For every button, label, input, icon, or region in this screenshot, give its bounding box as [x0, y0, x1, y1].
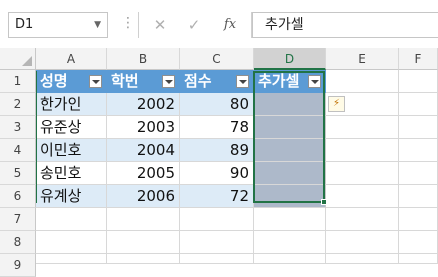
table-cell[interactable]: 80 [180, 93, 254, 116]
filter-dropdown-icon[interactable] [162, 75, 175, 88]
formula-input[interactable]: 추가셀 [252, 12, 438, 38]
table-header-cell[interactable]: 학번 [107, 70, 180, 93]
table-cell[interactable] [254, 139, 326, 162]
row-header-1[interactable]: 1 [0, 70, 36, 93]
cell-f4[interactable] [399, 139, 438, 162]
table-cell[interactable]: 78 [180, 116, 254, 139]
cell-e7[interactable] [326, 208, 399, 231]
row-header-4[interactable]: 4 [0, 139, 36, 162]
table-cell[interactable] [254, 93, 326, 116]
table-cell[interactable]: 유준상 [36, 116, 107, 139]
row-header-2[interactable]: 2 [0, 93, 36, 116]
column-header-b[interactable]: B [107, 48, 180, 70]
enter-icon[interactable]: ✓ [181, 12, 207, 38]
cell-c8[interactable] [180, 231, 254, 254]
cell-e5[interactable] [326, 162, 399, 185]
row-header-3[interactable]: 3 [0, 116, 36, 139]
cell-d9[interactable] [254, 254, 326, 264]
fill-handle[interactable] [321, 199, 327, 205]
cell-f8[interactable] [399, 231, 438, 254]
table-cell[interactable]: 유계상 [36, 185, 107, 208]
filter-dropdown-icon[interactable] [236, 75, 249, 88]
more-options-icon[interactable]: ⋮ [121, 12, 135, 38]
chevron-down-icon[interactable]: ▼ [94, 13, 101, 37]
table-header-cell[interactable]: 점수 [180, 70, 254, 93]
column-header-c[interactable]: C [180, 48, 254, 70]
table-cell[interactable]: 89 [180, 139, 254, 162]
header-label: 학번 [111, 72, 139, 90]
cell-e9[interactable] [326, 254, 399, 264]
table-cell[interactable]: 이민호 [36, 139, 107, 162]
cell-f3[interactable] [399, 116, 438, 139]
table-range-border [36, 71, 37, 203]
quick-analysis-icon[interactable]: ⚡ [328, 96, 345, 112]
column-header-f[interactable]: F [399, 48, 438, 70]
header-label: 성명 [40, 72, 68, 90]
cell-a9[interactable] [36, 254, 107, 264]
cell-b9[interactable] [107, 254, 180, 264]
formula-buttons: ✕ ✓ fx [138, 12, 252, 38]
name-box-value: D1 [15, 17, 34, 32]
column-header-d[interactable]: D [254, 48, 326, 70]
table-cell[interactable]: 2002 [107, 93, 180, 116]
row-header-6[interactable]: 6 [0, 185, 36, 208]
table-cell[interactable]: 2004 [107, 139, 180, 162]
name-box[interactable]: D1 ▼ [8, 12, 108, 38]
row-header-5[interactable]: 5 [0, 162, 36, 185]
cell-b8[interactable] [107, 231, 180, 254]
cell-d7[interactable] [254, 208, 326, 231]
filter-dropdown-icon[interactable] [308, 75, 321, 88]
header-label: 점수 [184, 72, 212, 90]
cell-e6[interactable] [326, 185, 399, 208]
cell-a7[interactable] [36, 208, 107, 231]
column-header-a[interactable]: A [36, 48, 107, 70]
table-cell[interactable]: 송민호 [36, 162, 107, 185]
filter-dropdown-icon[interactable] [89, 75, 102, 88]
insert-function-icon[interactable]: fx [217, 12, 243, 38]
cell-f5[interactable] [399, 162, 438, 185]
select-all-button[interactable] [0, 48, 36, 70]
table-cell[interactable] [254, 162, 326, 185]
cell-a8[interactable] [36, 231, 107, 254]
cell-d8[interactable] [254, 231, 326, 254]
cell-e3[interactable] [326, 116, 399, 139]
table-cell[interactable]: 2003 [107, 116, 180, 139]
cell-f7[interactable] [399, 208, 438, 231]
cell-c9[interactable] [180, 254, 254, 264]
cell-f2[interactable] [399, 93, 438, 116]
header-label: 추가셀 [258, 72, 300, 90]
table-cell[interactable]: 72 [180, 185, 254, 208]
table-cell[interactable]: 2005 [107, 162, 180, 185]
table-header-cell[interactable]: 성명 [36, 70, 107, 93]
table-cell[interactable] [254, 116, 326, 139]
cell-c7[interactable] [180, 208, 254, 231]
table-cell[interactable]: 한가인 [36, 93, 107, 116]
table-cell[interactable] [254, 185, 326, 208]
formula-bar: D1 ▼ ⋮ ✕ ✓ fx 추가셀 [0, 0, 438, 48]
row-header-7[interactable]: 7 [0, 208, 36, 231]
row-header-8[interactable]: 8 [0, 231, 36, 254]
cell-f6[interactable] [399, 185, 438, 208]
cell-e1[interactable] [326, 70, 399, 93]
cell-e8[interactable] [326, 231, 399, 254]
cell-f9[interactable] [399, 254, 438, 264]
cell-e4[interactable] [326, 139, 399, 162]
row-header-9[interactable]: 9 [0, 254, 36, 277]
cell-b7[interactable] [107, 208, 180, 231]
cell-f1[interactable] [399, 70, 438, 93]
table-header-cell[interactable]: 추가셀 [254, 70, 326, 93]
table-cell[interactable]: 90 [180, 162, 254, 185]
column-header-e[interactable]: E [326, 48, 399, 70]
cancel-icon[interactable]: ✕ [147, 12, 173, 38]
table-cell[interactable]: 2006 [107, 185, 180, 208]
